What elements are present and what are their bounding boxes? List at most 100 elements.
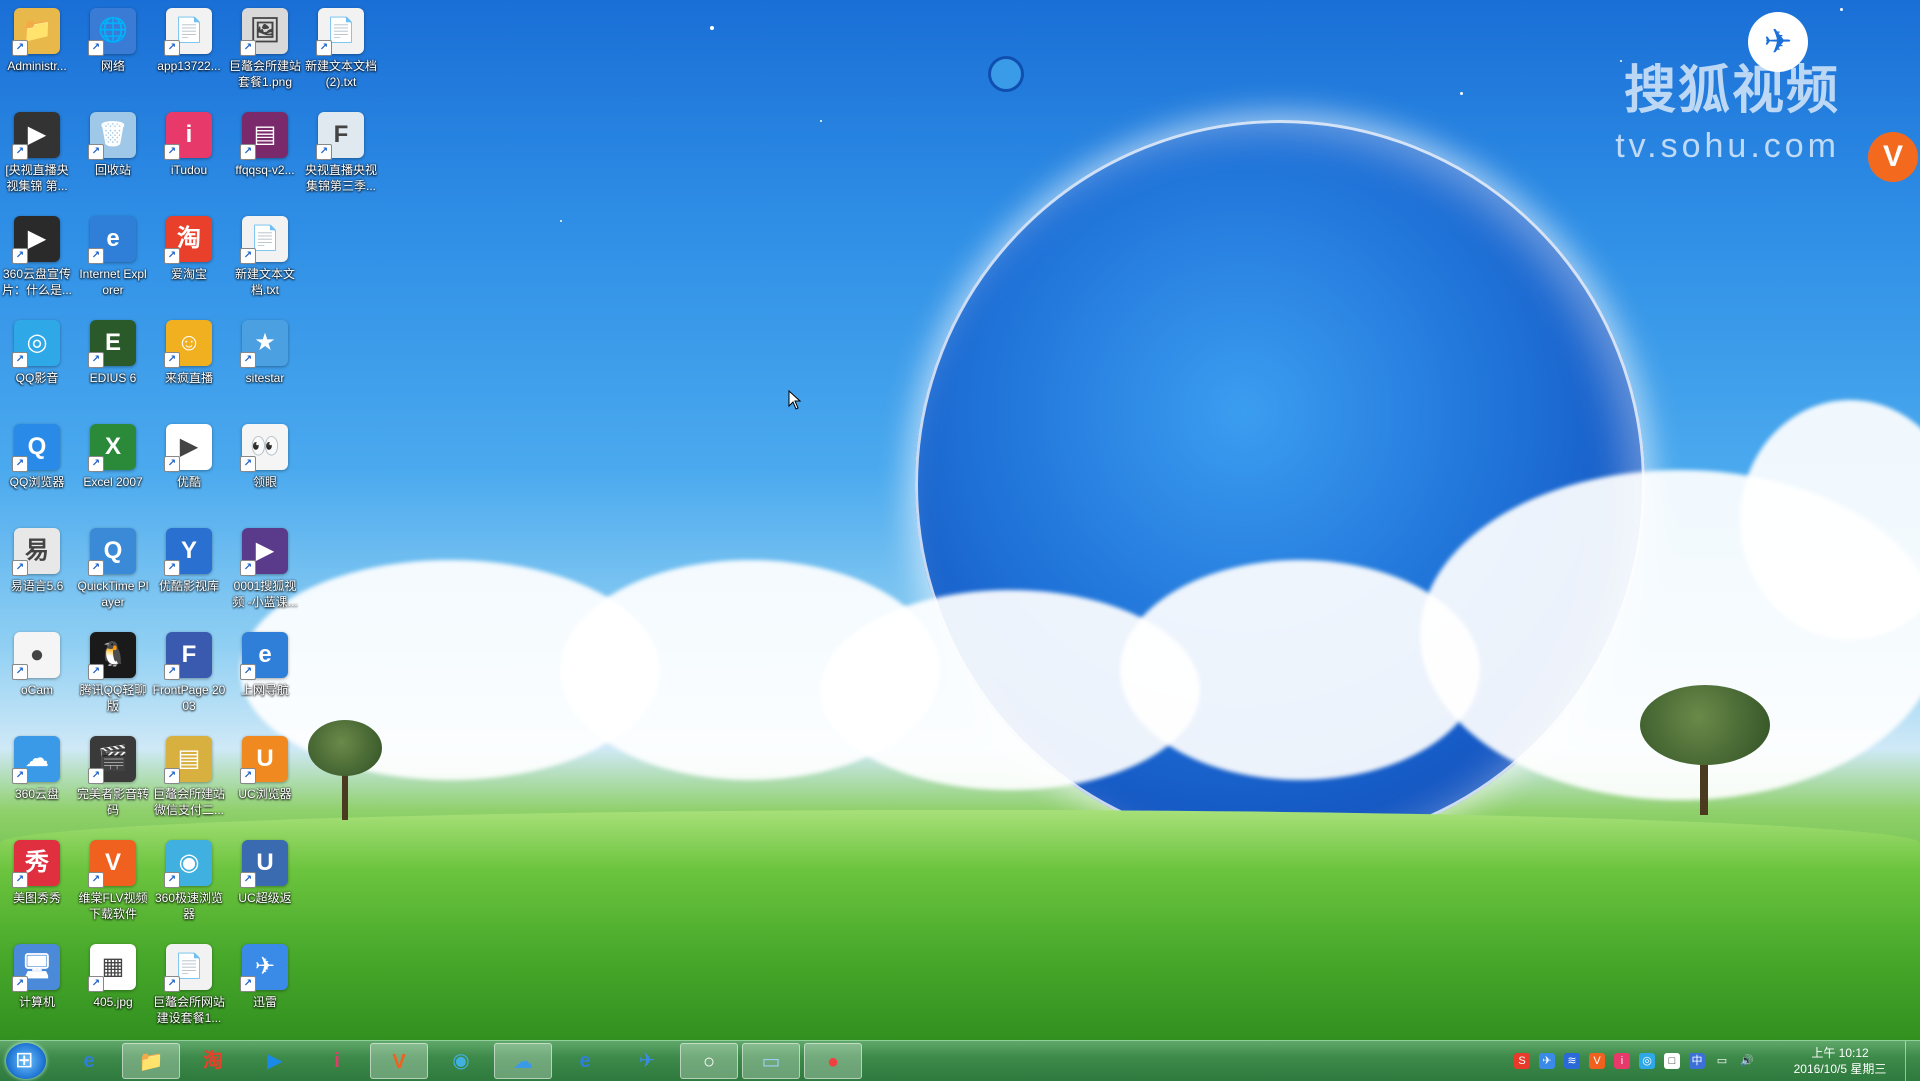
xunlei-taskbar-icon[interactable]: ✈ [618, 1043, 676, 1079]
start-button[interactable] [6, 1043, 46, 1079]
taobao-icon: 淘 ↗ [164, 216, 212, 264]
weitang-tray-icon[interactable]: V [1589, 1053, 1605, 1069]
desktop-icon[interactable]: Y ↗ 优酷影视库 [152, 524, 226, 594]
quicktime-icon: Q ↗ [88, 528, 136, 576]
desktop-icon[interactable]: E ↗ EDIUS 6 [76, 316, 150, 386]
desktop-icon[interactable]: 易 ↗ 易语言5.6 [0, 524, 74, 594]
desktop-icon[interactable]: ▤ ↗ 巨鼇会所建站微信支付二... [152, 732, 226, 818]
weitang-float-icon[interactable]: V [1868, 132, 1918, 182]
shortcut-arrow-icon: ↗ [164, 40, 180, 56]
shortcut-arrow-icon: ↗ [88, 144, 104, 160]
shortcut-arrow-icon: ↗ [164, 872, 180, 888]
notepad-taskbar-icon[interactable]: ▭ [742, 1043, 800, 1079]
lang-bar-icon[interactable]: 中 [1689, 1053, 1705, 1069]
recycle-bin-icon: 🗑 ↗ [88, 112, 136, 160]
desktop-icon[interactable]: F ↗ 央视直播央视集锦第三季... [304, 108, 378, 194]
desktop-icon[interactable]: X ↗ Excel 2007 [76, 420, 150, 490]
desktop-icon[interactable]: ▦ ↗ 405.jpg [76, 940, 150, 1010]
cloud-drive-icon: ☁ ↗ [12, 736, 60, 784]
youku-taskbar-icon[interactable]: ▶ [246, 1043, 304, 1079]
clapperboard-icon: 🎬 ↗ [88, 736, 136, 784]
desktop-icon[interactable]: 👀 ↗ 领眼 [228, 420, 302, 490]
desktop-icon[interactable]: 🖼 ↗ 巨鼇会所建站套餐1.png [228, 4, 302, 90]
desktop-icon[interactable]: 🐧 ↗ 腾讯QQ轻聊版 [76, 628, 150, 714]
desktop-icon-label: 360云盘 [14, 787, 60, 801]
desktop-icon[interactable]: V ↗ 维棠FLV视频下载软件 [76, 836, 150, 922]
computer-icon: 🖥 ↗ [12, 944, 60, 992]
qq-player-tray-icon[interactable]: ◎ [1639, 1053, 1655, 1069]
qq-icon: 🐧 ↗ [88, 632, 136, 680]
desktop[interactable]: 搜狐视频 tv.sohu.com ✈ V 📁 ↗ Administr... 🌐 ↗ 网络 📄… [0, 0, 1920, 1040]
weitang-glyph-icon: V [392, 1051, 406, 1073]
desktop-icon[interactable]: U ↗ UC超级返 [228, 836, 302, 906]
desktop-icon[interactable]: ◉ ↗ 360极速浏览器 [152, 836, 226, 922]
network-icon[interactable]: ▭ [1714, 1053, 1730, 1069]
desktop-icon-label: Excel 2007 [83, 475, 143, 489]
desktop-icon-label: 优酷 [176, 475, 201, 489]
desktop-icon[interactable]: ▤ ↗ ffqqsq-v2... [228, 108, 302, 178]
taskbar-clock[interactable]: 上午 10:12 2016/10/5 星期三 [1780, 1045, 1900, 1077]
desktop-icon-label: UC浏览器 [238, 787, 292, 801]
desktop-icon[interactable]: ✈ ↗ 迅雷 [228, 940, 302, 1010]
desktop-icon[interactable]: 📄 ↗ 巨鼇会所网站建设套餐1... [152, 940, 226, 1026]
shortcut-arrow-icon: ↗ [240, 248, 256, 264]
xunlei-tray-icon[interactable]: ✈ [1539, 1053, 1555, 1069]
desktop-icon[interactable]: 秀 ↗ 美图秀秀 [0, 836, 74, 906]
desktop-icon[interactable]: e ↗ 上网导航 [228, 628, 302, 698]
xunlei-glyph-icon: ✈ [638, 1050, 656, 1072]
desktop-icon[interactable]: Q ↗ QQ浏览器 [0, 420, 74, 490]
blank-window-taskbar-icon[interactable]: ○ [680, 1043, 738, 1079]
desktop-icon-label: app13722... [157, 59, 221, 73]
ocam-taskbar-icon[interactable]: ● [804, 1043, 862, 1079]
desktop-icon[interactable]: 淘 ↗ 爱淘宝 [152, 212, 226, 282]
desktop-icon[interactable]: ▶ ↗ 0001搜狐视频 -小蓝课... [228, 524, 302, 610]
volume-icon[interactable]: 🔊 [1739, 1053, 1755, 1069]
desktop-icon[interactable]: i ↗ iTudou [152, 108, 226, 178]
network-status-icon[interactable]: ≋ [1564, 1053, 1580, 1069]
taobao-taskbar-icon[interactable]: 淘 [184, 1043, 242, 1079]
shortcut-arrow-icon: ↗ [164, 248, 180, 264]
explorer-taskbar-icon[interactable]: 📁 [122, 1043, 180, 1079]
ie2-taskbar-icon[interactable]: e [556, 1043, 614, 1079]
show-desktop-button[interactable] [1905, 1041, 1920, 1081]
desktop-icon-label: 领眼 [252, 475, 277, 489]
desktop-icon[interactable]: ☺ ↗ 来疯直播 [152, 316, 226, 386]
desktop-icon[interactable]: U ↗ UC浏览器 [228, 732, 302, 802]
frontpage-icon: F ↗ [164, 632, 212, 680]
desktop-icon[interactable]: ● ↗ oCam [0, 628, 74, 698]
desktop-icon[interactable]: 📄 ↗ 新建文本文档.txt [228, 212, 302, 298]
360-browser-taskbar-icon[interactable]: ◉ [432, 1043, 490, 1079]
desktop-icon[interactable]: 🎬 ↗ 完美者影音转码 [76, 732, 150, 818]
desktop-icon[interactable]: 🗑 ↗ 回收站 [76, 108, 150, 178]
desktop-icon[interactable]: 📁 ↗ Administr... [0, 4, 74, 74]
desktop-icon[interactable]: Q ↗ QuickTime Player [76, 524, 150, 610]
cloud-drive-taskbar-icon[interactable]: ☁ [494, 1043, 552, 1079]
sogou-ime-icon[interactable]: S [1514, 1053, 1530, 1069]
desktop-icon[interactable]: ▶ ↗ [央视直播央视集锦 第... [0, 108, 74, 194]
desktop-icon[interactable]: e ↗ Internet Explorer [76, 212, 150, 298]
archive-icon: ▤ ↗ [164, 736, 212, 784]
desktop-icon[interactable]: 📄 ↗ app13722... [152, 4, 226, 74]
itudou-taskbar-icon[interactable]: i [308, 1043, 366, 1079]
shortcut-arrow-icon: ↗ [12, 40, 28, 56]
lingyan-icon: 👀 ↗ [240, 424, 288, 472]
desktop-icon[interactable]: ▶ ↗ 360云盘宣传片：什么是... [0, 212, 74, 298]
desktop-icon[interactable]: F ↗ FrontPage 2003 [152, 628, 226, 714]
desktop-icon-label: Internet Explorer [79, 267, 147, 297]
blank-tray-icon[interactable]: □ [1664, 1053, 1680, 1069]
itudou-tray-icon[interactable]: i [1614, 1053, 1630, 1069]
desktop-icon[interactable]: ◎ ↗ QQ影音 [0, 316, 74, 386]
watermark-title: 搜狐视频 [1623, 62, 1840, 120]
shortcut-arrow-icon: ↗ [240, 664, 256, 680]
star [1460, 92, 1463, 95]
desktop-icon-label: 迅雷 [252, 995, 277, 1009]
desktop-icon[interactable]: ▶ ↗ 优酷 [152, 420, 226, 490]
ie-taskbar-icon[interactable]: e [60, 1043, 118, 1079]
desktop-icon[interactable]: 🖥 ↗ 计算机 [0, 940, 74, 1010]
desktop-icon[interactable]: ★ ↗ sitestar [228, 316, 302, 386]
desktop-icon[interactable]: 🌐 ↗ 网络 [76, 4, 150, 74]
desktop-icon[interactable]: ☁ ↗ 360云盘 [0, 732, 74, 802]
weitang-taskbar-icon[interactable]: V [370, 1043, 428, 1079]
desktop-icon[interactable]: 📄 ↗ 新建文本文档(2).txt [304, 4, 378, 90]
youku-icon: ▶ ↗ [164, 424, 212, 472]
